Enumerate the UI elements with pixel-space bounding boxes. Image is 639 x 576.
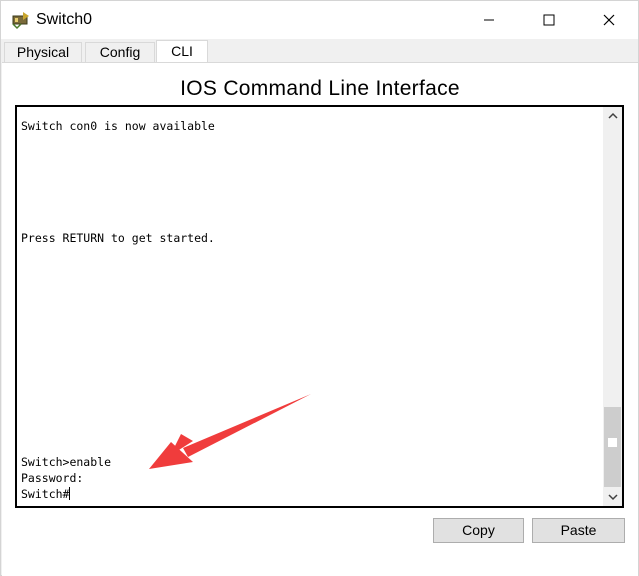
page-title: IOS Command Line Interface [180, 77, 460, 100]
close-icon [603, 14, 615, 26]
minimize-icon [484, 19, 494, 21]
tab-physical[interactable]: Physical [4, 42, 82, 62]
terminal-line: Password: [21, 471, 84, 485]
switch-app-icon [12, 12, 29, 30]
tab-bar: Physical Config CLI [1, 40, 638, 63]
scroll-up-button[interactable] [603, 107, 622, 124]
window-title: Switch0 [36, 11, 93, 28]
terminal-line: Switch con0 is now available [21, 119, 215, 133]
chevron-down-icon [607, 494, 618, 501]
cli-window: Switch0 Physical Config CLI IOS Command … [0, 0, 639, 576]
terminal-line: Press RETURN to get started. [21, 231, 215, 245]
terminal-prompt: Switch# [21, 487, 70, 501]
chevron-up-icon [607, 112, 618, 119]
vertical-scrollbar[interactable] [603, 107, 622, 506]
maximize-button[interactable] [521, 1, 577, 39]
scrollbar-grip [608, 438, 617, 447]
cli-terminal[interactable]: Switch con0 is now available Press RETUR… [15, 105, 624, 508]
title-bar[interactable]: Switch0 [1, 1, 638, 39]
terminal-line: Switch>enable [21, 455, 112, 469]
scroll-down-button[interactable] [603, 489, 622, 506]
tab-cli[interactable]: CLI [156, 40, 208, 63]
scrollbar-thumb[interactable] [604, 407, 621, 487]
paste-button[interactable]: Paste [532, 518, 625, 543]
maximize-icon [543, 14, 555, 26]
tab-config[interactable]: Config [85, 42, 155, 62]
text-cursor [69, 487, 71, 500]
close-button[interactable] [581, 1, 637, 39]
minimize-button[interactable] [461, 1, 517, 39]
terminal-output[interactable]: Switch con0 is now available Press RETUR… [21, 107, 601, 506]
copy-button[interactable]: Copy [433, 518, 524, 543]
cli-panel: IOS Command Line Interface Switch con0 i… [2, 62, 638, 576]
terminal-prompt-line[interactable]: Switch# [21, 487, 71, 501]
